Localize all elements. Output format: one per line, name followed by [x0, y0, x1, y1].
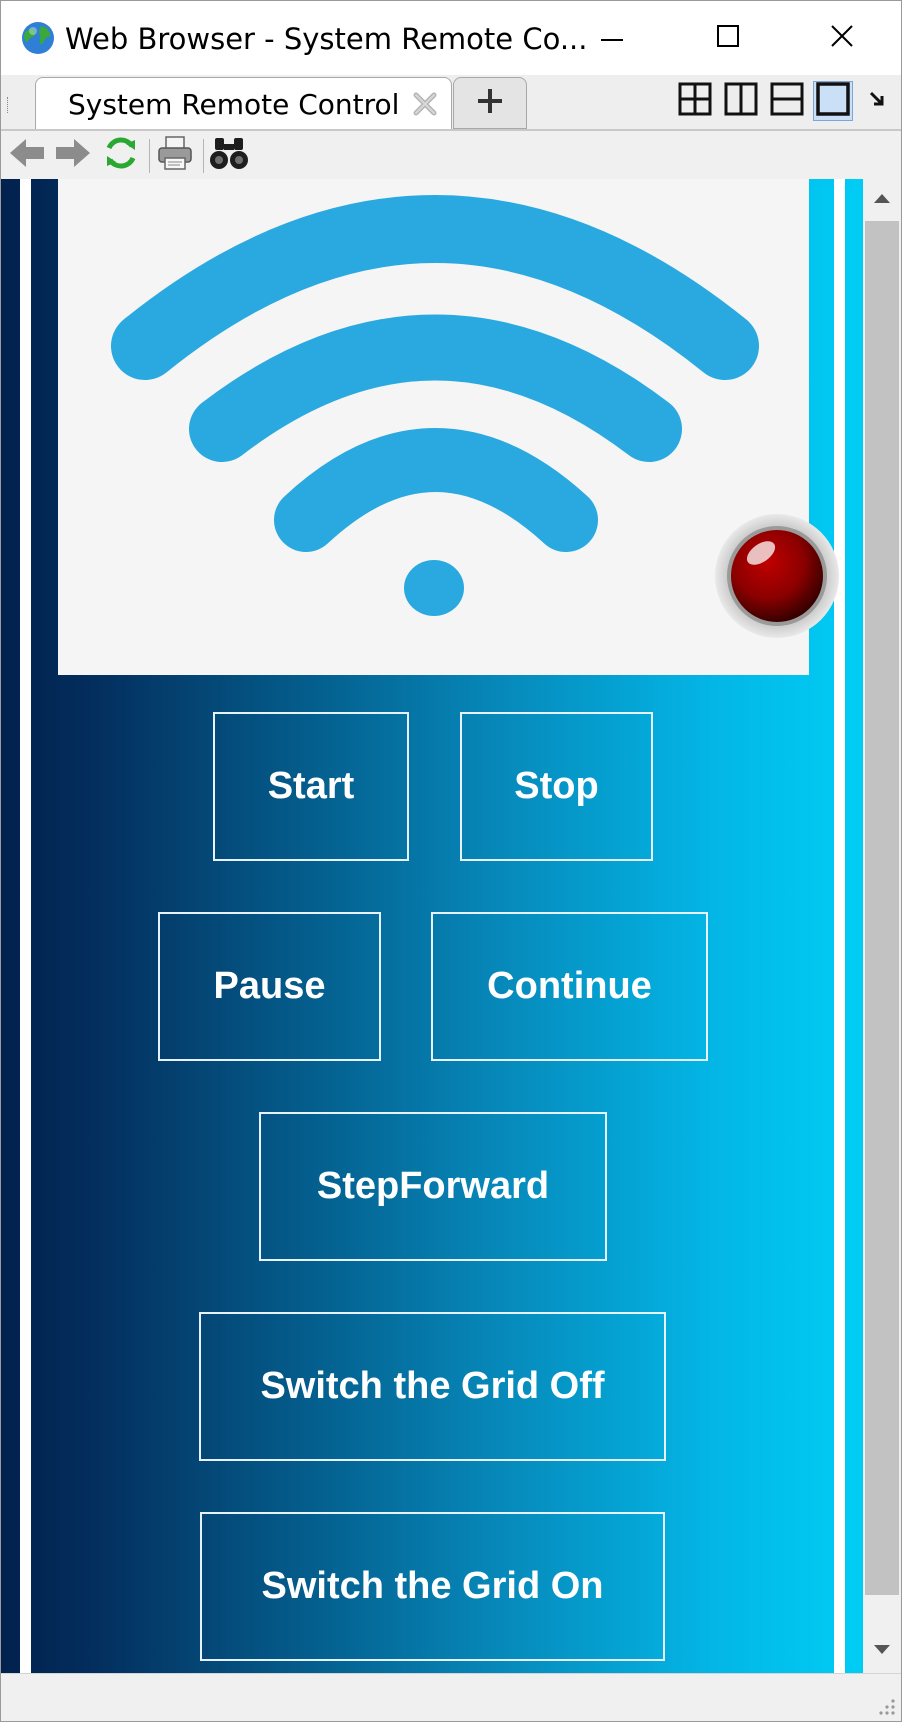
minimize-button[interactable]: [553, 1, 671, 75]
start-button[interactable]: Start: [213, 712, 409, 861]
resize-grip-icon[interactable]: [873, 1693, 897, 1717]
arrow-icon: [868, 88, 890, 115]
red-status-led: [714, 513, 840, 639]
close-button[interactable]: [783, 1, 901, 75]
scroll-up-button[interactable]: [863, 181, 901, 219]
hero-image: [58, 179, 839, 675]
vertical-scrollbar[interactable]: [863, 179, 901, 1673]
grid-4-layout-button[interactable]: [675, 81, 715, 121]
split-horizontal-layout-button[interactable]: [767, 81, 807, 121]
switch-grid-off-button[interactable]: Switch the Grid Off: [199, 1312, 666, 1461]
tab-bar: System Remote Control: [1, 75, 901, 131]
window-title: Web Browser - System Remote Co...: [65, 22, 588, 56]
browser-window: Web Browser - System Remote Co... System…: [0, 0, 902, 1722]
new-tab-button[interactable]: [453, 77, 527, 129]
pause-button[interactable]: Pause: [158, 912, 381, 1061]
forward-arrow-icon: [54, 136, 92, 175]
forward-button[interactable]: [53, 135, 93, 175]
remote-control-panel: Start Stop Pause Continue StepForward Sw…: [1, 179, 863, 1673]
back-button[interactable]: [7, 135, 47, 175]
refresh-icon: [102, 134, 140, 177]
toolbar-separator: [149, 139, 150, 173]
single-pane-layout-button[interactable]: [813, 81, 853, 121]
scroll-down-arrow-icon: [873, 1643, 891, 1661]
right-border-stripe: [834, 179, 845, 1673]
status-bar: [1, 1673, 901, 1721]
switch-grid-on-button[interactable]: Switch the Grid On: [200, 1512, 665, 1661]
plus-icon: [476, 87, 504, 120]
left-border-stripe: [20, 179, 31, 1673]
maximize-icon: [717, 24, 739, 52]
web-content: Start Stop Pause Continue StepForward Sw…: [1, 179, 863, 1673]
tab-system-remote-control[interactable]: System Remote Control: [35, 77, 452, 131]
overflow-button[interactable]: [861, 81, 897, 121]
split-horizontal-icon: [770, 82, 804, 121]
grid-4-icon: [678, 82, 712, 121]
title-bar: Web Browser - System Remote Co...: [1, 1, 901, 75]
find-binoculars-icon: [209, 134, 249, 177]
toolbar: [1, 131, 901, 179]
scrollbar-thumb[interactable]: [865, 221, 899, 1595]
wifi-icon: [111, 195, 759, 616]
close-icon: [831, 24, 853, 52]
single-pane-icon: [816, 81, 850, 121]
refresh-button[interactable]: [101, 135, 141, 175]
step-forward-button[interactable]: StepForward: [259, 1112, 607, 1261]
find-button[interactable]: [209, 135, 249, 175]
split-vertical-icon: [724, 82, 758, 121]
tab-grip: [7, 97, 11, 113]
toolbar-separator: [203, 139, 204, 173]
scroll-down-button[interactable]: [863, 1633, 901, 1671]
continue-button[interactable]: Continue: [431, 912, 708, 1061]
scroll-up-arrow-icon: [873, 191, 891, 209]
tab-close-icon[interactable]: [411, 90, 439, 118]
minimize-icon: [601, 29, 623, 47]
back-arrow-icon: [8, 136, 46, 175]
tab-label: System Remote Control: [68, 88, 400, 121]
maximize-button[interactable]: [669, 1, 787, 75]
split-vertical-layout-button[interactable]: [721, 81, 761, 121]
stop-button[interactable]: Stop: [460, 712, 653, 861]
print-icon: [156, 134, 194, 177]
print-button[interactable]: [155, 135, 195, 175]
globe-icon: [21, 21, 55, 55]
